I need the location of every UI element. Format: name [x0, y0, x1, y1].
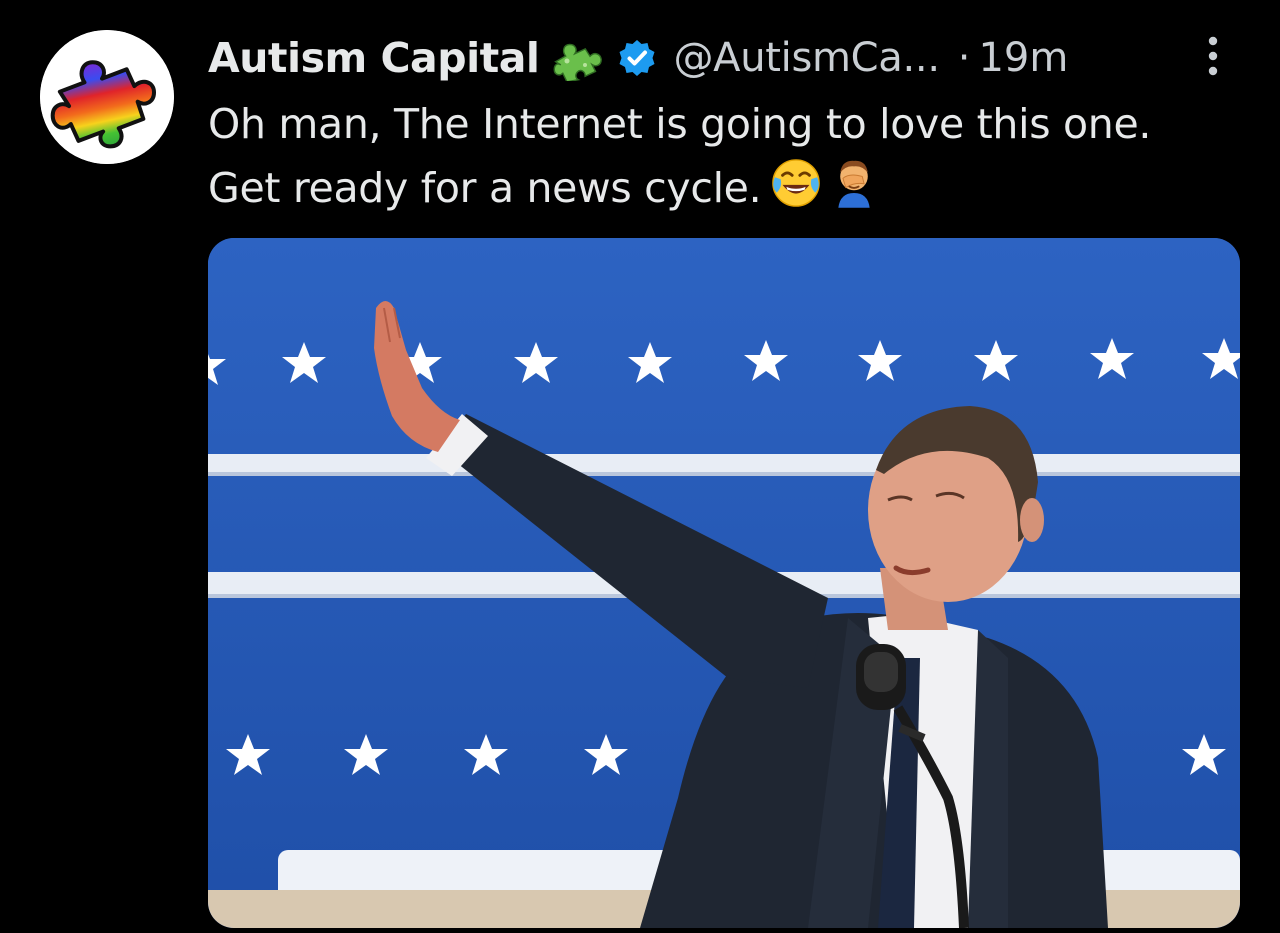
separator-dot: ·	[957, 35, 971, 81]
face-with-tears-of-joy-icon	[771, 158, 821, 226]
timestamp[interactable]: 19m	[978, 35, 1068, 81]
blue-verified-checkmark-icon[interactable]	[617, 38, 657, 78]
tweet-header: Autism Capital @AutismCa... · 19m	[208, 28, 1068, 88]
tweet-text: Oh man, The Internet is going to love th…	[208, 92, 1268, 226]
photo-image	[208, 238, 1240, 928]
tweet-image[interactable]	[208, 238, 1240, 928]
tweet-text-line-1: Oh man, The Internet is going to love th…	[208, 100, 1152, 148]
man-facepalming-icon	[831, 156, 877, 226]
more-vertical-icon[interactable]	[1198, 34, 1228, 80]
tweet-text-line-2-text: Get ready for a news cycle.	[208, 164, 762, 212]
tweet[interactable]: Autism Capital @AutismCa... · 19m Oh man	[0, 0, 1280, 933]
handle[interactable]: @AutismCa...	[673, 35, 940, 81]
avatar[interactable]	[40, 30, 174, 164]
green-puzzle-piece-icon	[551, 35, 605, 83]
display-name[interactable]: Autism Capital	[208, 34, 540, 82]
tweet-text-line-2: Get ready for a news cycle.	[208, 156, 1268, 226]
rainbow-puzzle-piece-icon	[40, 30, 174, 164]
